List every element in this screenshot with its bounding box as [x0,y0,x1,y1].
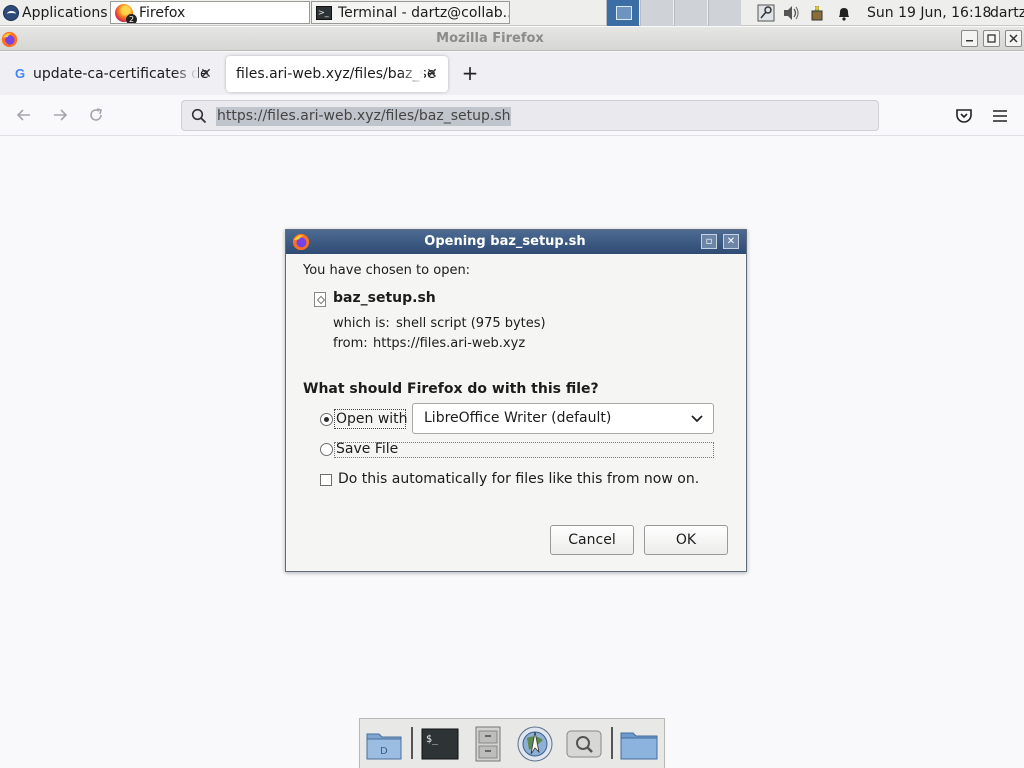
back-arrow-icon [16,109,30,121]
forward-button[interactable] [50,105,70,125]
tabs-bar: G update-ca-certificates de ✕ files.ari-… [0,52,1024,95]
minimize-icon [966,40,973,42]
workspace-4-button[interactable] [708,0,741,26]
minimize-button[interactable] [961,30,978,47]
open-with-label[interactable]: Open with [336,411,408,427]
notifications-bell-icon[interactable] [833,0,855,26]
tab-files-ari-web[interactable]: files.ari-web.xyz/files/baz_se ✕ [226,56,448,92]
dialog-question: What should Firefox do with this file? [303,381,599,397]
distro-logo-icon [3,4,19,21]
svg-text:$_: $_ [426,734,439,745]
applications-menu-button[interactable]: Applications ⁝ [0,0,118,26]
file-type-value: shell script (975 bytes) [396,316,546,331]
reload-button[interactable] [86,105,106,125]
pocket-icon[interactable] [954,106,974,126]
taskbar-item-label: Firefox [139,4,186,21]
auto-action-label[interactable]: Do this automatically for files like thi… [338,471,699,487]
folder-icon[interactable] [619,724,659,764]
dialog-maximize-button[interactable]: ▫ [701,234,717,249]
close-tab-icon[interactable]: ✕ [424,66,440,82]
file-source-value: https://files.ari-web.xyz [373,336,526,351]
reload-icon [90,108,102,121]
application-select[interactable]: LibreOffice Writer (default) [412,403,714,434]
new-tab-button[interactable]: + [460,63,480,85]
hamburger-menu-icon[interactable] [990,106,1010,126]
save-file-radio[interactable] [320,443,333,456]
taskbar-item-firefox[interactable]: 2 Firefox [110,1,310,24]
panel-user-name[interactable]: dartz [990,0,1024,26]
panel-clock[interactable]: Sun 19 Jun, 16:18 [867,0,991,26]
navigation-toolbar: https://files.ari-web.xyz/files/baz_setu… [0,95,1024,136]
file-name: baz_setup.sh [333,290,436,306]
forward-arrow-icon [54,109,68,121]
maximize-icon [987,34,996,43]
tab-fade [174,56,198,92]
tab-update-ca-certificates[interactable]: G update-ca-certificates de ✕ [2,56,222,92]
open-file-dialog: Opening baz_setup.sh ▫ ✕ You have chosen… [285,229,747,572]
volume-icon[interactable] [780,0,802,26]
svg-text:D: D [380,746,388,757]
auto-action-checkbox[interactable] [320,474,332,486]
taskbar-item-terminal[interactable]: >_ Terminal - dartz@collab... [311,1,510,24]
url-text[interactable]: https://files.ari-web.xyz/files/baz_setu… [216,107,512,126]
chevron-down-icon [691,415,703,423]
url-bar[interactable]: https://files.ari-web.xyz/files/baz_setu… [181,100,879,131]
file-type-label: which is: [333,316,390,331]
file-icon [314,292,326,307]
terminal-icon[interactable]: $_ [420,724,460,764]
dialog-title-bar[interactable]: Opening baz_setup.sh ▫ ✕ [286,230,746,254]
maximize-button[interactable] [983,30,1000,47]
dialog-title: Opening baz_setup.sh [424,234,586,249]
updates-icon[interactable] [806,0,828,26]
close-tab-icon[interactable]: ✕ [198,66,214,82]
dialog-intro-text: You have chosen to open: [303,263,471,278]
window-title: Mozilla Firefox [436,31,544,46]
google-favicon-icon: G [14,66,26,81]
dock: D $_ [359,718,665,768]
file-source-label: from: [333,336,368,351]
firefox-icon: 2 [115,3,137,23]
close-icon [1009,34,1018,43]
save-file-label[interactable]: Save File [336,441,398,457]
workspace-2-button[interactable] [640,0,673,26]
home-folder-icon[interactable]: D [364,724,404,764]
open-with-radio[interactable] [320,413,333,426]
network-key-icon[interactable] [755,0,777,26]
search-app-icon[interactable] [564,724,604,764]
back-button[interactable] [14,105,34,125]
web-browser-globe-icon[interactable] [515,724,555,764]
window-title-bar[interactable]: Mozilla Firefox [0,27,1024,51]
workspace-3-button[interactable] [674,0,707,26]
applications-label: Applications [22,4,108,21]
workspace-1-button[interactable] [606,0,639,26]
tab-fade [400,56,424,92]
window-count-badge: 2 [126,13,137,23]
ok-button[interactable]: OK [644,525,728,555]
application-select-value: LibreOffice Writer (default) [424,410,612,426]
dialog-close-button[interactable]: ✕ [723,234,739,249]
top-panel: Applications ⁝ 2 Firefox >_ Terminal - d… [0,0,1024,26]
close-window-button[interactable] [1005,30,1022,47]
dock-separator [611,727,613,759]
search-icon [191,108,207,124]
dock-separator [411,727,413,759]
file-cabinet-icon[interactable] [468,724,508,764]
taskbar-item-label: Terminal - dartz@collab... [338,4,510,21]
cancel-button[interactable]: Cancel [550,525,634,555]
terminal-icon: >_ [316,5,332,20]
